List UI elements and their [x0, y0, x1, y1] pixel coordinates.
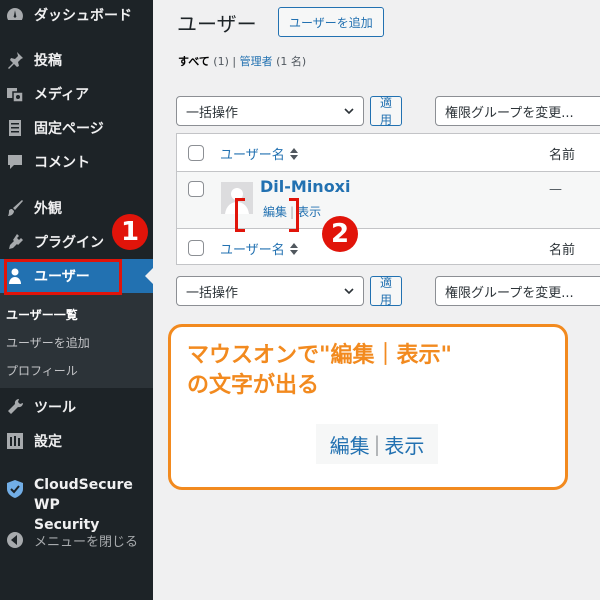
- username-link[interactable]: Dil-Minoxi: [260, 177, 350, 196]
- column-username-label: ユーザー名: [220, 148, 285, 163]
- sidebar-item-dashboard[interactable]: ダッシュボード: [0, 0, 153, 32]
- role-change-select-bottom[interactable]: 権限グループを変更...: [435, 276, 600, 306]
- role-change-value: 権限グループを変更...: [445, 105, 574, 121]
- callout-line-1: マウスオンで"編集｜表示": [187, 343, 452, 368]
- wrench-icon: [8, 398, 24, 414]
- callout-sample-row-actions: 編集 | 表示: [316, 424, 438, 464]
- comment-icon: [8, 155, 22, 169]
- sidebar-item-comments[interactable]: コメント: [0, 145, 153, 179]
- row-checkbox[interactable]: [188, 181, 204, 197]
- select-all-checkbox-bottom[interactable]: [188, 240, 204, 256]
- role-change-select[interactable]: 権限グループを変更...: [435, 96, 600, 126]
- sidebar-item-label: メニューを閉じる: [34, 534, 139, 550]
- sidebar-item-label: プラグイン: [34, 235, 104, 251]
- column-name-footer: 名前: [549, 243, 576, 258]
- sidebar-item-label-line1: CloudSecure WP: [34, 477, 133, 513]
- sidebar-item-label: コメント: [34, 155, 90, 171]
- brush-icon: [8, 200, 23, 216]
- filter-admin[interactable]: 管理者: [240, 55, 273, 68]
- submenu-item-profile[interactable]: プロフィール: [6, 362, 78, 379]
- sidebar-item-settings[interactable]: 設定: [0, 424, 153, 458]
- sidebar-item-label: 外観: [34, 201, 62, 217]
- column-name-header: 名前: [549, 148, 576, 163]
- collapse-icon: [7, 532, 23, 548]
- bulk-action-select[interactable]: 一括操作: [176, 96, 364, 126]
- filter-all-count: (1): [213, 55, 229, 68]
- apply-button-bottom[interactable]: 適用: [370, 276, 403, 307]
- annotation-badge-1: 1: [112, 214, 148, 250]
- dashboard-icon: [7, 8, 23, 20]
- annotation-bracket-right: [289, 198, 299, 232]
- sidebar-item-label: ツール: [34, 400, 76, 416]
- sidebar-item-tools[interactable]: ツール: [0, 390, 153, 424]
- sort-icon: [289, 242, 298, 255]
- chevron-down-icon: [344, 288, 354, 295]
- filter-all[interactable]: すべて: [178, 55, 210, 68]
- callout-text: マウスオンで"編集｜表示" の文字が出る: [187, 341, 452, 401]
- chevron-down-icon: [344, 108, 354, 115]
- add-user-button[interactable]: ユーザーを追加: [278, 7, 384, 37]
- sidebar-item-label: 固定ページ: [34, 121, 104, 137]
- filter-admin-count: (1 名): [276, 55, 307, 68]
- pin-icon: [8, 52, 23, 69]
- main-content: ユーザー ユーザーを追加 すべて (1) | 管理者 (1 名) 一括操作 適用…: [153, 0, 600, 600]
- sort-icon: [289, 147, 298, 160]
- callout-sample-edit: 編集: [329, 433, 370, 458]
- filter-separator: |: [232, 55, 237, 68]
- column-username-header[interactable]: ユーザー名: [220, 144, 299, 163]
- page-icon: [9, 120, 21, 136]
- annotation-callout: マウスオンで"編集｜表示" の文字が出る 編集 | 表示: [168, 324, 568, 490]
- sidebar-item-label: 設定: [34, 434, 62, 450]
- column-username-label: ユーザー名: [220, 243, 285, 258]
- page-title: ユーザー: [177, 12, 257, 36]
- annotation-bracket-left: [235, 198, 245, 232]
- select-all-checkbox[interactable]: [188, 145, 204, 161]
- callout-sample-separator: |: [373, 432, 381, 456]
- bulk-action-value: 一括操作: [186, 285, 239, 301]
- user-role-filter: すべて (1) | 管理者 (1 名): [178, 53, 306, 69]
- media-icon: [7, 88, 24, 103]
- settings-icon: [7, 433, 23, 449]
- callout-sample-view: 表示: [384, 433, 425, 458]
- sidebar-item-posts[interactable]: 投稿: [0, 43, 153, 77]
- callout-line-2: の文字が出る: [187, 373, 320, 398]
- role-change-value: 権限グループを変更...: [445, 285, 574, 301]
- annotation-highlight-users: [4, 259, 122, 295]
- users-submenu: ユーザー一覧 ユーザーを追加 プロフィール: [0, 293, 153, 388]
- admin-sidebar: ダッシュボード 投稿 メディア 固定ページ コメント 外観 プラグイン ユーザー…: [0, 0, 153, 600]
- bulk-action-select-bottom[interactable]: 一括操作: [176, 276, 364, 306]
- sidebar-item-cloudsecure[interactable]: CloudSecure WP Security: [0, 475, 153, 533]
- column-username-footer[interactable]: ユーザー名: [220, 239, 299, 258]
- annotation-badge-2: 2: [322, 216, 358, 252]
- submenu-item-add-user[interactable]: ユーザーを追加: [6, 334, 90, 351]
- sidebar-collapse-menu[interactable]: メニューを閉じる: [0, 523, 153, 557]
- apply-button[interactable]: 適用: [370, 96, 403, 127]
- view-link[interactable]: 表示: [297, 205, 321, 219]
- submenu-item-all-users[interactable]: ユーザー一覧: [6, 306, 78, 323]
- bulk-action-value: 一括操作: [186, 105, 239, 121]
- plugin-icon: [9, 234, 23, 249]
- current-menu-arrow: [145, 268, 153, 284]
- sidebar-item-label: メディア: [34, 87, 90, 103]
- shield-check-icon: [7, 480, 23, 498]
- table-footer-row: ユーザー名 名前: [177, 228, 600, 266]
- sidebar-item-label: ダッシュボード: [34, 8, 132, 24]
- sidebar-item-pages[interactable]: 固定ページ: [0, 111, 153, 145]
- sidebar-item-media[interactable]: メディア: [0, 77, 153, 111]
- user-name-value: —: [549, 182, 562, 197]
- table-header-row: ユーザー名 名前: [177, 134, 600, 172]
- sidebar-item-label: 投稿: [34, 53, 62, 69]
